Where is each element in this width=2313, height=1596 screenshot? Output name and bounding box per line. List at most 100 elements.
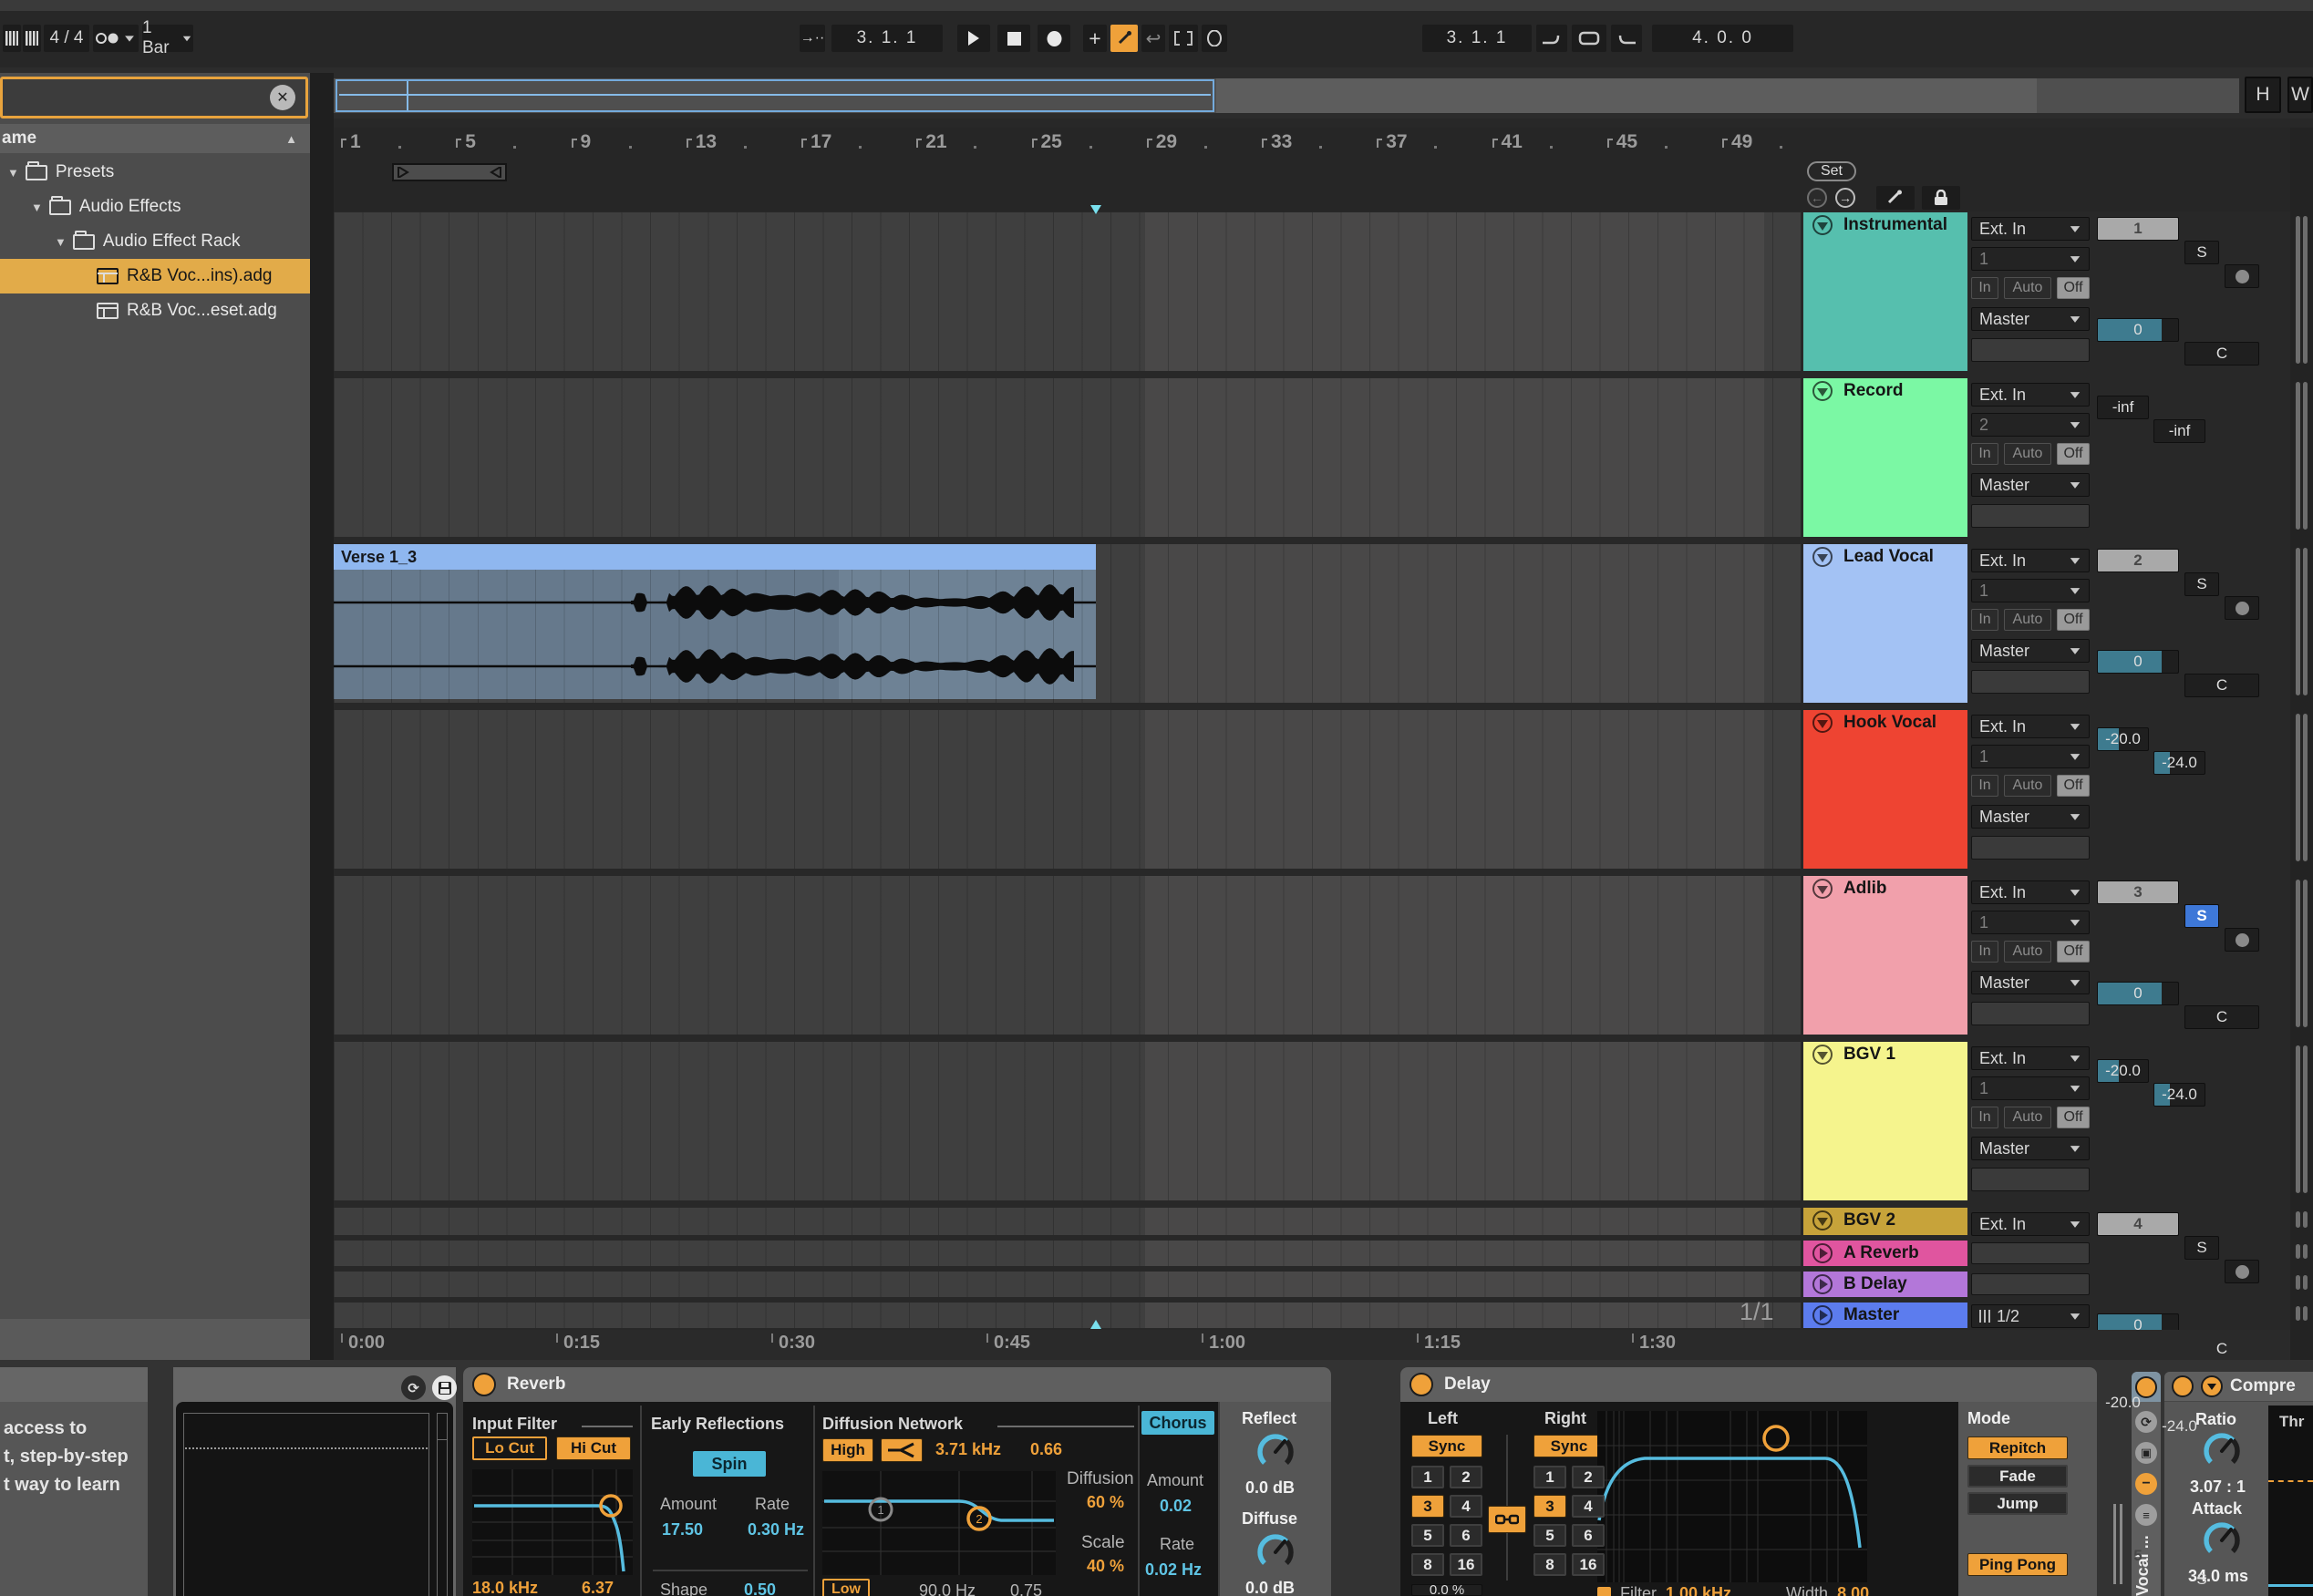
track-header-lead-vocal[interactable]: Lead Vocal [1803,544,1967,703]
compressor-display[interactable]: Thr [2268,1406,2313,1596]
pan-record[interactable]: C [2184,674,2259,697]
input-channel-instrumental[interactable]: 1 [1971,247,2090,271]
track-scroll-handle[interactable] [2296,216,2300,364]
spin-button[interactable]: Spin [693,1451,766,1477]
input-filter-graph[interactable] [472,1469,633,1575]
monitor-in-lead-vocal[interactable]: In [1971,609,1998,631]
diffusion-low-q[interactable]: 0.75 [1010,1581,1042,1596]
monitor-in-adlib[interactable]: In [1971,941,1998,963]
arrangement-position[interactable]: 3. 1. 1 [831,25,943,52]
monitor-off-adlib[interactable]: Off [2057,941,2090,963]
input-channel-adlib[interactable]: 1 [1971,911,2090,934]
attack-knob[interactable] [2201,1519,2243,1561]
track-number-instrumental[interactable]: 1 [2097,217,2179,241]
browser-item-r-b-voc-eset-adg[interactable]: R&B Voc...eset.adg [0,293,310,328]
track-scroll-handle[interactable] [2296,1275,2300,1290]
loop-start[interactable]: 3. 1. 1 [1422,25,1532,52]
monitor-off-instrumental[interactable]: Off [2057,277,2090,299]
track-scroll-handle[interactable] [2303,1275,2308,1290]
pan-instrumental[interactable]: C [2184,342,2259,366]
delay-beat-1[interactable]: 1 [1533,1466,1566,1488]
input-channel-hook-vocal[interactable]: 1 [1971,745,2090,768]
track-scroll-handle[interactable] [2296,548,2300,695]
monitor-off-record[interactable]: Off [2057,443,2090,465]
record-button[interactable] [1038,25,1070,52]
prev-locator-button[interactable]: ← [1807,188,1827,208]
hi-cut-button[interactable]: Hi Cut [556,1436,631,1460]
output-adlib[interactable]: Master [1971,971,2090,994]
browser-search-input[interactable] [0,77,308,118]
input-type-bgv-1[interactable]: Ext. In [1971,1046,2090,1070]
loop-length[interactable]: 4. 0. 0 [1652,25,1793,52]
monitor-auto-hook-vocal[interactable]: Auto [2004,775,2051,797]
lane-hook-vocal[interactable] [334,710,1801,869]
draw-mode-button[interactable] [1110,25,1138,52]
set-locator-button[interactable]: Set [1807,161,1856,181]
input-type-adlib[interactable]: Ext. In [1971,880,2090,904]
track-scroll-handle[interactable] [2303,1244,2308,1259]
solo-button-lead-vocal[interactable]: S [2184,904,2219,928]
lock-envelopes-icon[interactable] [1922,186,1960,210]
delay-filter-display[interactable] [1597,1411,1867,1582]
input-channel-bgv-1[interactable]: 1 [1971,1076,2090,1100]
compressor-unfold-icon[interactable] [2201,1375,2223,1397]
monitor-off-bgv-1[interactable]: Off [2057,1107,2090,1128]
expand-icon[interactable]: ▼ [55,235,67,249]
clip-waveform[interactable] [334,570,1096,699]
track-scroll-handle[interactable] [2303,1306,2308,1321]
monitor-off-lead-vocal[interactable]: Off [2057,609,2090,631]
browser-name-header[interactable]: ame ▲ [0,124,310,153]
chorus-amount-value[interactable]: 0.02 [1160,1497,1192,1516]
output-record[interactable]: Master [1971,473,2090,497]
diffusion-high-button[interactable]: High [822,1438,873,1462]
solo-button-hook-vocal[interactable]: S [2184,1236,2219,1260]
high-shelf-icon[interactable] [881,1438,923,1462]
input-channel-record[interactable]: 2 [1971,413,2090,437]
expand-icon[interactable]: ▼ [7,166,19,180]
send-b-instrumental[interactable]: -inf [2153,419,2205,443]
device-scrollbar[interactable] [2113,1504,2116,1584]
delay-width-value[interactable]: 8.00 [1837,1584,1869,1596]
lane-bgv-1[interactable] [334,1042,1801,1200]
save-preset-icon[interactable] [432,1375,457,1400]
delay-filter-node[interactable] [1764,1426,1788,1450]
input-filter-q[interactable]: 6.37 [582,1579,614,1596]
lane-instrumental[interactable] [334,212,1801,371]
browser-item-audio-effect-rack[interactable]: ▼Audio Effect Rack [0,224,310,259]
lane-adlib[interactable] [334,876,1801,1035]
zoom-width-button[interactable]: W [2287,77,2313,113]
clip-title-bar[interactable]: Verse 1_3 [334,544,1096,570]
track-scroll-handle[interactable] [2303,714,2308,861]
fold-track-icon[interactable] [1812,713,1833,733]
ratio-value[interactable]: 3.07 : 1 [2190,1478,2246,1497]
diffuse-knob[interactable] [1255,1531,1296,1573]
return-io-a-reverb[interactable] [1971,1242,2090,1264]
track-scroll-handle[interactable] [2303,1211,2308,1228]
track-scroll-handle[interactable] [2296,1244,2300,1259]
punch-out-button[interactable] [1611,25,1642,52]
delay-right-sync[interactable]: Sync [1533,1435,1605,1457]
automation-arm-button[interactable] [1202,25,1227,52]
hot-swap-icon[interactable]: ⟳ [401,1375,426,1400]
follow-brackets-button[interactable] [1169,25,1198,52]
solo-button-record[interactable]: S [2184,572,2219,596]
lane-record[interactable] [334,378,1801,537]
track-number-hook-vocal[interactable]: 4 [2097,1212,2179,1236]
track-number-record[interactable]: 2 [2097,549,2179,572]
arm-button-instrumental[interactable] [2225,264,2259,288]
new-midi-button[interactable]: + [1083,25,1107,52]
send-a-lead-vocal[interactable]: -20.0 [2097,1059,2149,1083]
delay-beat-6[interactable]: 6 [1572,1524,1605,1547]
track-scroll-handle[interactable] [2296,714,2300,861]
loop-end-handle[interactable] [489,167,501,178]
compressor-power-led[interactable] [2172,1375,2194,1397]
mode-fade-button[interactable]: Fade [1967,1465,2068,1488]
diffusion-graph[interactable]: 1 2 [822,1471,1056,1575]
chorus-rate-value[interactable]: 0.02 Hz [1145,1560,1202,1580]
ping-pong-button[interactable]: Ping Pong [1967,1553,2068,1576]
delay-power-led[interactable] [1409,1373,1433,1396]
input-type-instrumental[interactable]: Ext. In [1971,217,2090,241]
delay-left-offset[interactable]: 0.0 % [1411,1584,1482,1596]
track-scroll-handle[interactable] [2296,382,2300,530]
track-scroll-handle[interactable] [2296,1306,2300,1321]
